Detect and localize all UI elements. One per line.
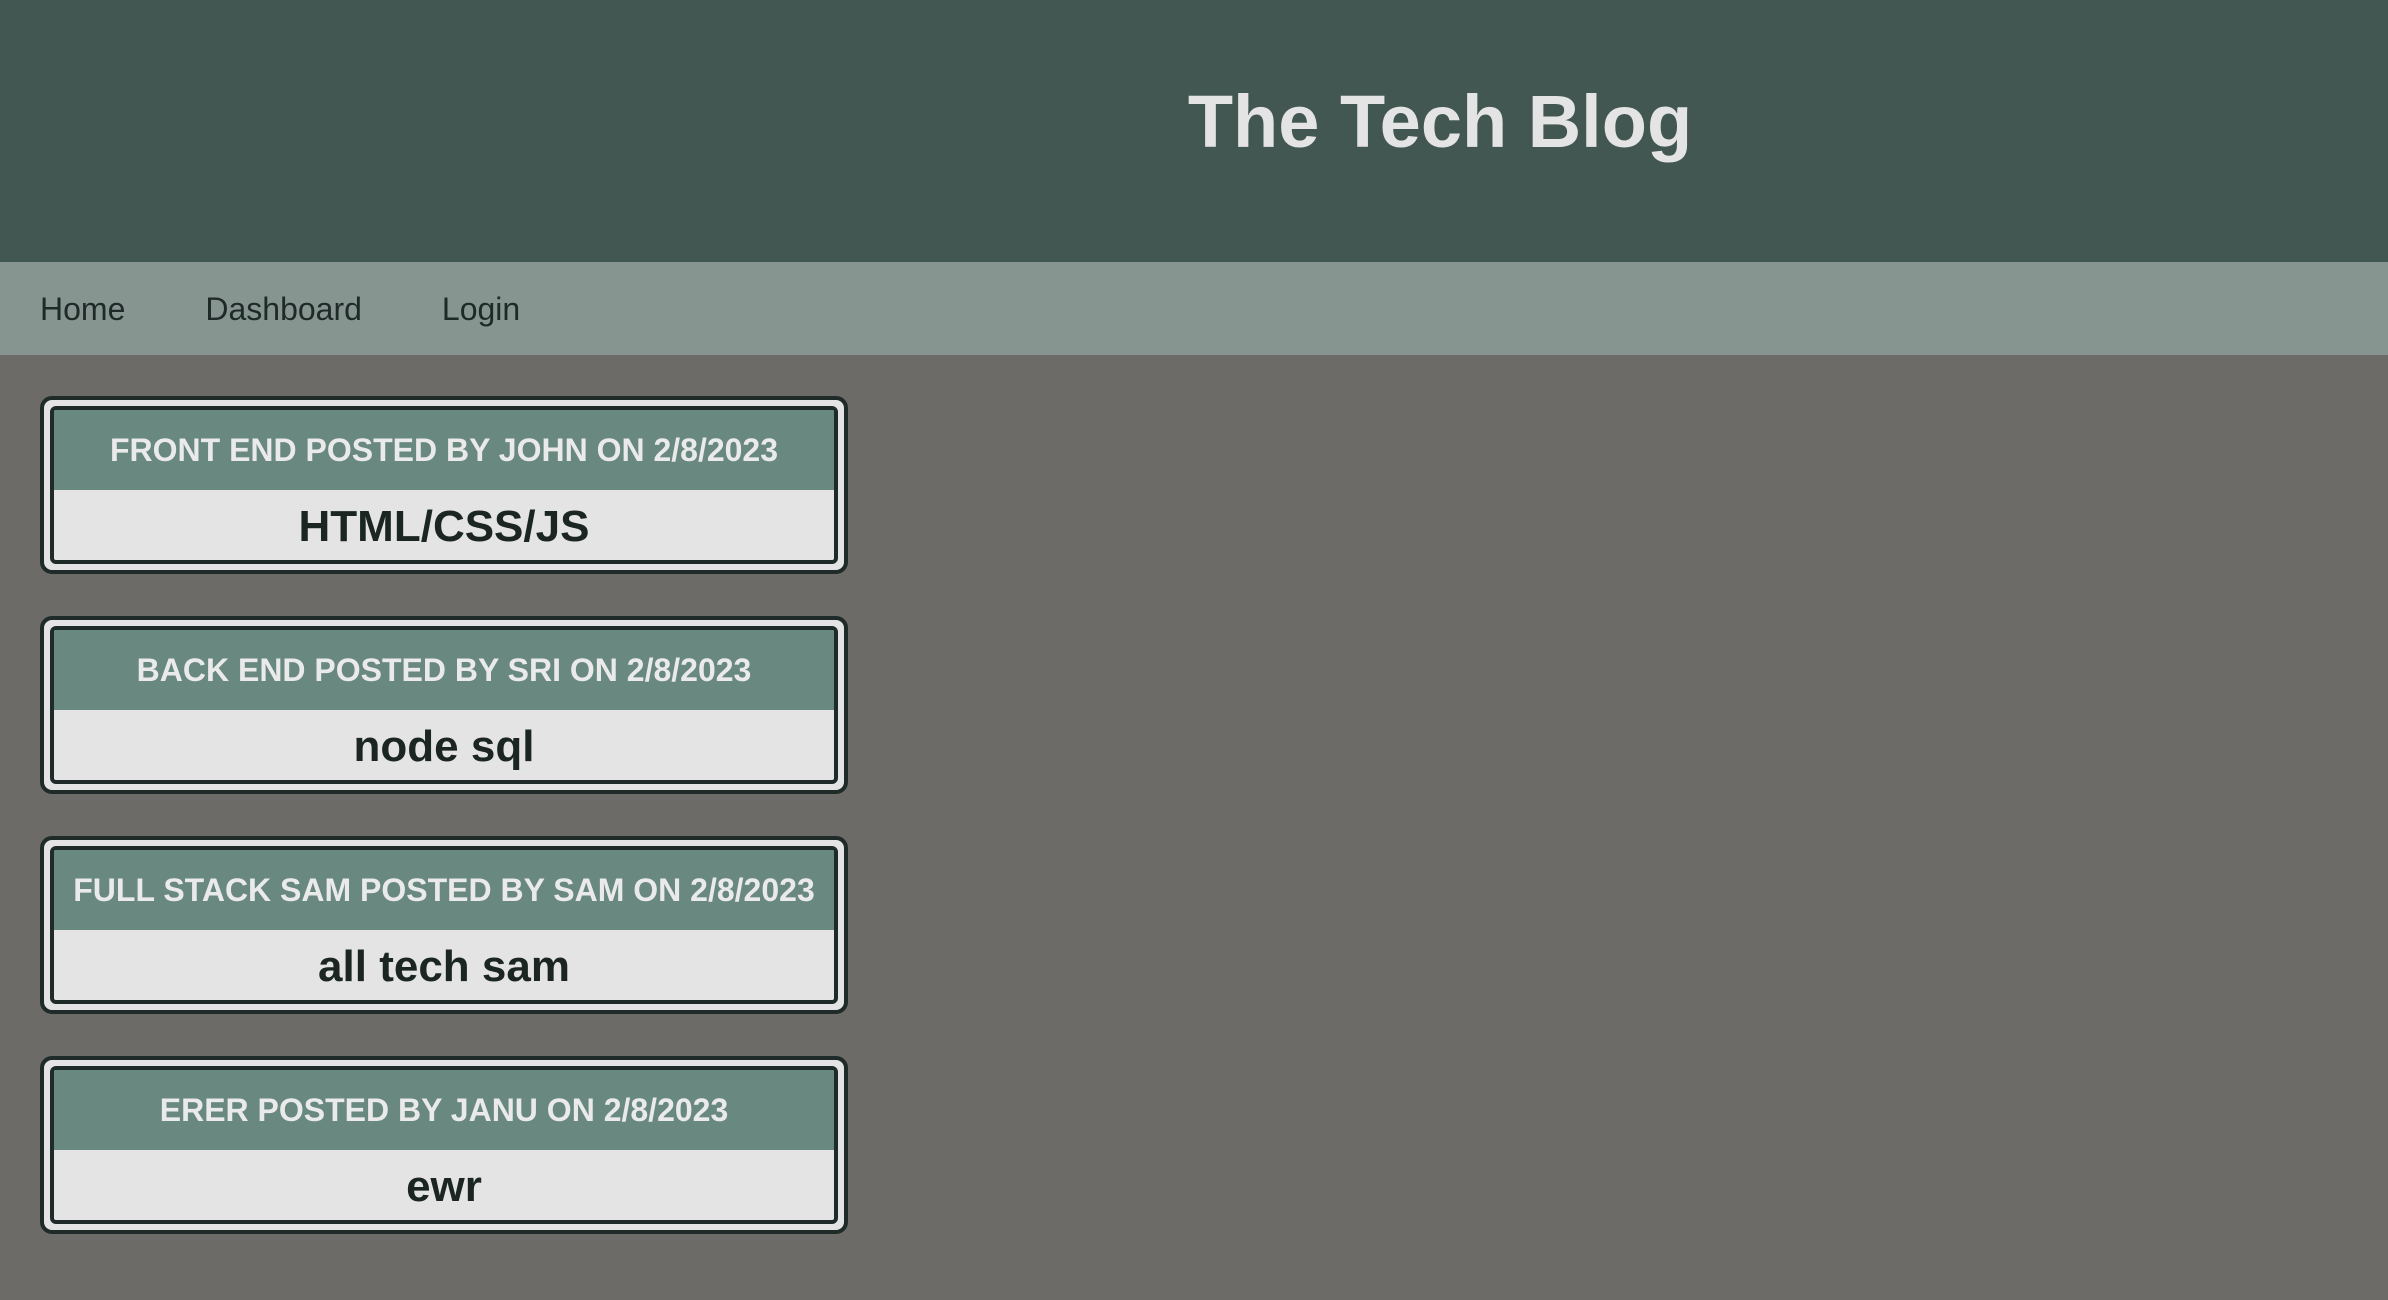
post-card[interactable]: ERER POSTED BY JANU ON 2/8/2023 ewr: [40, 1056, 848, 1234]
post-header: ERER POSTED BY JANU ON 2/8/2023: [54, 1070, 834, 1150]
post-card-inner: FRONT END POSTED BY JOHN ON 2/8/2023 HTM…: [50, 406, 838, 564]
post-card-inner: FULL STACK SAM POSTED BY SAM ON 2/8/2023…: [50, 846, 838, 1004]
post-body: all tech sam: [318, 942, 570, 991]
nav-dashboard-link[interactable]: Dashboard: [205, 289, 362, 329]
post-list: FRONT END POSTED BY JOHN ON 2/8/2023 HTM…: [40, 396, 848, 1276]
nav-home-link[interactable]: Home: [40, 289, 125, 329]
nav-login-link[interactable]: Login: [442, 289, 520, 329]
post-body: HTML/CSS/JS: [298, 502, 590, 551]
post-body: ewr: [406, 1162, 482, 1211]
post-header: BACK END POSTED BY SRI ON 2/8/2023: [54, 630, 834, 710]
site-header: The Tech Blog: [0, 0, 2388, 262]
post-card[interactable]: FRONT END POSTED BY JOHN ON 2/8/2023 HTM…: [40, 396, 848, 574]
main-nav: Home Dashboard Login: [0, 262, 2388, 355]
post-header: FULL STACK SAM POSTED BY SAM ON 2/8/2023: [54, 850, 834, 930]
post-header: FRONT END POSTED BY JOHN ON 2/8/2023: [54, 410, 834, 490]
site-title: The Tech Blog: [0, 78, 2388, 166]
post-body: node sql: [353, 722, 535, 771]
post-card[interactable]: FULL STACK SAM POSTED BY SAM ON 2/8/2023…: [40, 836, 848, 1014]
post-card[interactable]: BACK END POSTED BY SRI ON 2/8/2023 node …: [40, 616, 848, 794]
post-card-inner: ERER POSTED BY JANU ON 2/8/2023 ewr: [50, 1066, 838, 1224]
post-card-inner: BACK END POSTED BY SRI ON 2/8/2023 node …: [50, 626, 838, 784]
site-title-text: The Tech Blog: [1187, 80, 1693, 163]
